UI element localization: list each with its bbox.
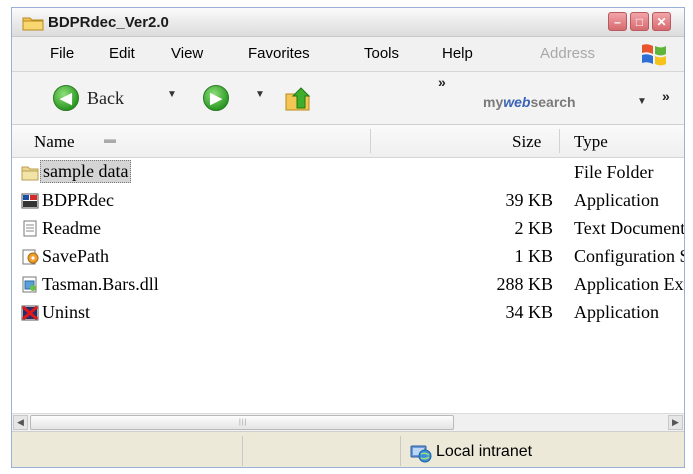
websearch-prefix: my	[483, 94, 504, 110]
minimize-icon: –	[614, 14, 621, 29]
file-type: File Folder	[574, 162, 654, 182]
maximize-icon: □	[635, 14, 644, 29]
dll-icon	[22, 276, 37, 293]
column-divider[interactable]	[559, 129, 560, 153]
file-size: 2 KB	[514, 218, 553, 238]
folder-icon	[22, 17, 44, 31]
list-item[interactable]: sample data File Folder	[12, 159, 684, 187]
file-type: Configuration Settings	[574, 246, 684, 266]
horizontal-scrollbar[interactable]: ◀ ||| ▶	[12, 413, 684, 431]
column-type[interactable]: Type	[574, 132, 608, 152]
menu-view[interactable]: View	[171, 45, 203, 62]
scroll-left-button[interactable]: ◀	[13, 415, 28, 430]
file-size: 1 KB	[514, 246, 553, 266]
file-size: 34 KB	[505, 302, 553, 322]
websearch-mid: web	[503, 94, 531, 110]
file-name: Uninst	[42, 302, 91, 322]
list-item[interactable]: Tasman.Bars.dll 288 KB Application Exten…	[12, 271, 684, 299]
up-folder-icon[interactable]	[284, 86, 314, 112]
file-name: sample data	[40, 160, 132, 183]
app-icon	[21, 193, 39, 209]
scrollbar-grip-icon: |||	[239, 419, 248, 426]
minimize-button[interactable]: –	[608, 12, 627, 31]
file-name: BDPRdec	[42, 190, 114, 210]
back-label[interactable]: Back	[87, 88, 124, 109]
back-button[interactable]: ◀	[53, 85, 79, 111]
toolbar: ◀ Back ▼ ▶ ▼ » mywebsearch ▼ »	[12, 72, 684, 125]
websearch-suffix: search	[530, 94, 576, 110]
file-name: SavePath	[42, 246, 109, 266]
status-divider	[242, 436, 243, 466]
title-bar[interactable]: BDPRdec_Ver2.0 – □ ✕	[12, 8, 684, 37]
sort-indicator-icon: ▬	[104, 132, 116, 146]
status-bar: Local intranet	[12, 431, 684, 467]
windows-logo-icon	[642, 44, 666, 66]
uninstall-icon	[21, 305, 39, 321]
forward-dropdown-icon[interactable]: ▼	[255, 89, 265, 100]
file-type: Application	[574, 190, 659, 210]
menu-file[interactable]: File	[50, 45, 74, 62]
websearch-dropdown-icon[interactable]: ▼	[637, 96, 647, 107]
column-divider[interactable]	[370, 129, 371, 153]
forward-arrow-icon: ▶	[210, 90, 222, 107]
file-name: Readme	[42, 218, 101, 238]
scroll-right-button[interactable]: ▶	[668, 415, 683, 430]
list-item[interactable]: Uninst 34 KB Application	[12, 299, 684, 327]
file-type: Application	[574, 302, 659, 322]
column-name[interactable]: Name	[34, 132, 75, 152]
column-size[interactable]: Size	[512, 132, 541, 152]
menu-help[interactable]: Help	[442, 45, 473, 62]
list-item[interactable]: SavePath 1 KB Configuration Settings	[12, 243, 684, 271]
config-file-icon	[22, 249, 39, 265]
list-item[interactable]: Readme 2 KB Text Document	[12, 215, 684, 243]
close-icon: ✕	[656, 14, 667, 29]
scrollbar-thumb[interactable]: |||	[30, 415, 454, 430]
column-header: Name ▬ Size Type	[12, 125, 684, 158]
menu-favorites[interactable]: Favorites	[248, 45, 310, 62]
back-arrow-icon: ◀	[60, 90, 72, 107]
back-dropdown-icon[interactable]: ▼	[167, 89, 177, 100]
menu-edit[interactable]: Edit	[109, 45, 135, 62]
status-divider	[400, 436, 401, 466]
toolbar-overflow-chevron[interactable]: »	[438, 74, 446, 90]
intranet-globe-icon	[410, 445, 432, 463]
file-name: Tasman.Bars.dll	[42, 274, 159, 294]
window-title: BDPRdec_Ver2.0	[48, 14, 169, 31]
websearch-logo[interactable]: mywebsearch	[483, 94, 576, 110]
folder-icon	[21, 166, 39, 181]
security-zone-label: Local intranet	[436, 443, 533, 460]
menu-bar: File Edit View Favorites Tools Help Addr…	[12, 37, 684, 72]
forward-button[interactable]: ▶	[203, 85, 229, 111]
file-type: Application Extension	[574, 274, 684, 294]
file-size: 39 KB	[505, 190, 553, 210]
list-item[interactable]: BDPRdec 39 KB Application	[12, 187, 684, 215]
address-label[interactable]: Address	[540, 45, 595, 62]
file-type: Text Document	[574, 218, 685, 238]
explorer-window: BDPRdec_Ver2.0 – □ ✕ File Edit View Favo…	[11, 7, 685, 468]
menu-tools[interactable]: Tools	[364, 45, 399, 62]
links-overflow-chevron[interactable]: »	[662, 88, 670, 104]
file-size: 288 KB	[496, 274, 553, 294]
close-button[interactable]: ✕	[652, 12, 671, 31]
text-file-icon	[23, 220, 37, 237]
maximize-button[interactable]: □	[630, 12, 649, 31]
